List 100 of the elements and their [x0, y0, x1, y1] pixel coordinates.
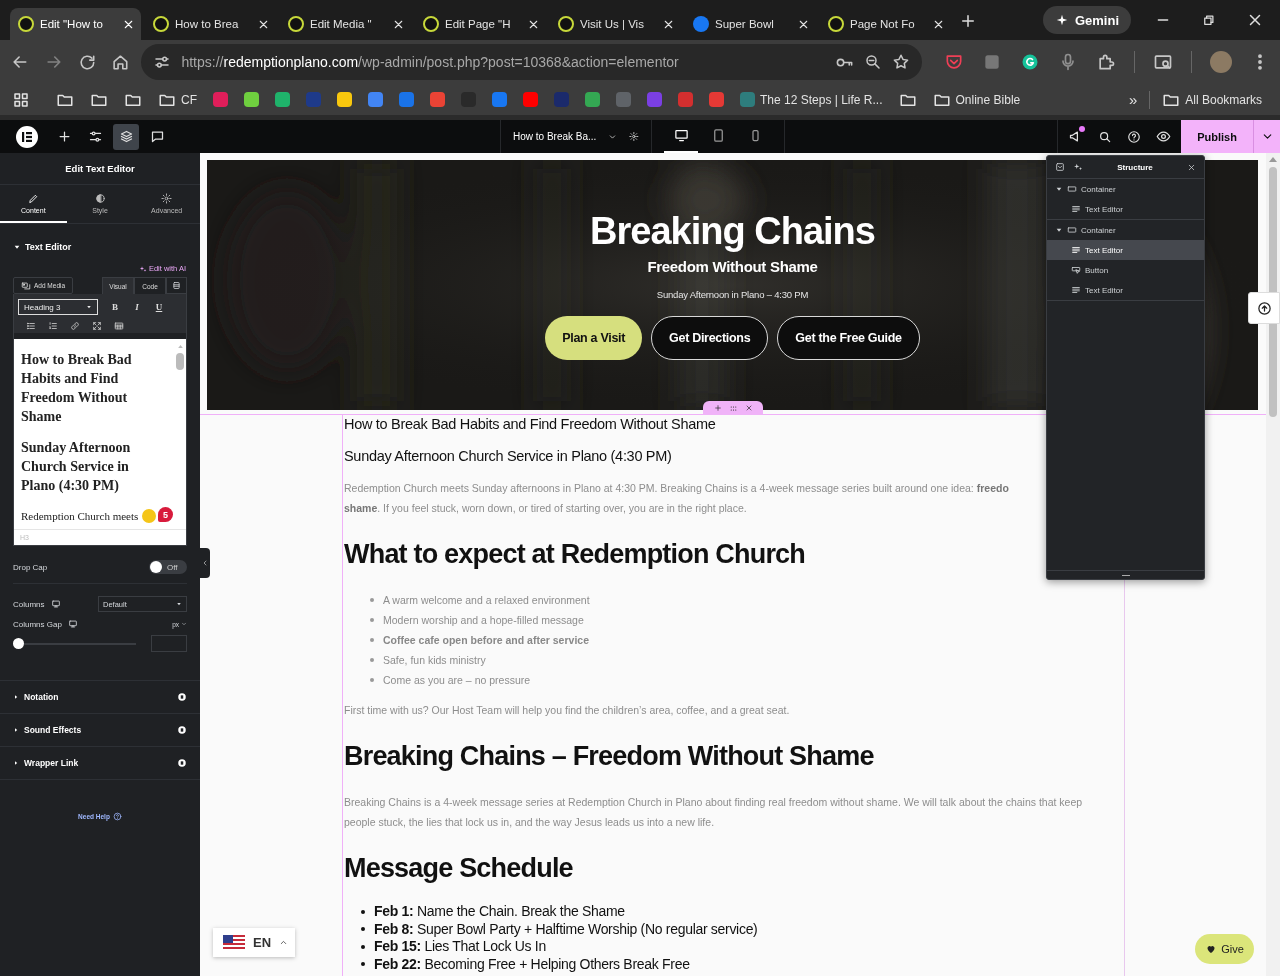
address-bar[interactable]: https://redemptionplano.com/wp-admin/post.php?post=10368&action=elementor: [141, 44, 922, 80]
caret-icon[interactable]: [1055, 226, 1063, 234]
site-info-icon[interactable]: [153, 53, 172, 71]
extensions-icon[interactable]: [1096, 52, 1116, 72]
pocket-icon[interactable]: [944, 52, 964, 72]
format-button[interactable]: I: [126, 302, 148, 312]
section-heading: Message Schedule: [344, 852, 574, 885]
browser-tab[interactable]: Super Bowl: [685, 8, 816, 40]
drop-cap-toggle[interactable]: Off: [149, 560, 187, 574]
panel-title: Structure: [1116, 162, 1154, 172]
home-icon[interactable]: [110, 52, 130, 72]
scroll-thumb[interactable]: [176, 353, 184, 370]
hero-button[interactable]: Plan a Visit: [545, 316, 643, 360]
give-button[interactable]: Give: [1195, 934, 1254, 964]
fullscreen-icon[interactable]: [92, 321, 102, 331]
chevron-down-icon: [181, 621, 187, 627]
elementor-logo[interactable]: [16, 125, 38, 148]
chevron-down-icon: [86, 304, 92, 310]
contrast-icon: [94, 192, 106, 204]
site-icon: [153, 16, 169, 32]
link-icon[interactable]: [70, 321, 80, 331]
more-bookmarks-button[interactable]: »: [1120, 87, 1146, 112]
browser-tab[interactable]: How to Brea: [145, 8, 276, 40]
scroll-top-button[interactable]: [1248, 292, 1280, 324]
publish-button[interactable]: Publish: [1181, 120, 1253, 153]
container-handle[interactable]: [703, 401, 763, 415]
bookmark-icon[interactable]: [275, 92, 290, 107]
search-icon[interactable]: [1098, 129, 1112, 144]
collapse-all-icon[interactable]: [1055, 162, 1065, 172]
bookmark-folder[interactable]: CF: [150, 87, 205, 112]
grammarly-icon[interactable]: [1020, 52, 1040, 72]
tree-item[interactable]: Text Editor: [1047, 199, 1204, 219]
tree-item[interactable]: Text Editor: [1047, 280, 1204, 300]
tree-item[interactable]: Button: [1047, 260, 1204, 280]
zoom-icon[interactable]: [864, 53, 882, 71]
hero-button[interactable]: Get the Free Guide: [777, 316, 920, 360]
sparkles-icon[interactable]: [1073, 162, 1083, 172]
numbered-list-icon[interactable]: [48, 321, 58, 331]
list-item: Modern worship and a hope-filled message: [383, 613, 584, 628]
pro-icon: [177, 758, 187, 768]
preview-eye-icon[interactable]: [1156, 129, 1171, 144]
gap-input[interactable]: [151, 635, 187, 652]
format-select[interactable]: Heading 3: [18, 299, 98, 315]
list-item: Feb 8: Super Bowl Party + Halftime Worship (No regular service): [374, 920, 758, 938]
responsive-desktop-icon[interactable]: [50, 599, 61, 609]
tree-item[interactable]: Text Editor: [1047, 240, 1204, 260]
collapse-panel-button[interactable]: [200, 548, 210, 578]
bookmark-link[interactable]: The 12 Steps | Life R...: [732, 87, 891, 112]
extension-icon[interactable]: [982, 52, 1002, 72]
list-item: A warm welcome and a relaxed environment: [383, 593, 590, 608]
toolbar-table-icon[interactable]: [114, 321, 124, 331]
bookmark-icon[interactable]: [337, 92, 352, 107]
new-tab-icon[interactable]: [959, 12, 977, 30]
chevron-left-icon: [201, 559, 209, 567]
language-switcher[interactable]: EN: [213, 928, 295, 957]
bookmark-star-icon[interactable]: [892, 53, 910, 71]
button-widget-icon: [1071, 265, 1081, 275]
list-item: Coffee cafe open before and after service: [383, 633, 589, 648]
apps-icon[interactable]: [12, 90, 30, 109]
add-icon[interactable]: [713, 404, 722, 412]
grammar-badge[interactable]: 5: [158, 507, 173, 522]
reload-icon[interactable]: [77, 52, 97, 72]
bookmark-folder[interactable]: Online Bible: [924, 87, 1029, 112]
bookmark-icon[interactable]: [244, 92, 259, 107]
tree-item[interactable]: Container: [1047, 220, 1204, 240]
field-label: Columns Gap: [13, 619, 62, 629]
section-heading: How to Break Bad Habits and Find Freedom Without Shame: [344, 415, 717, 433]
toolbar-button[interactable]: [113, 123, 139, 150]
section-header[interactable]: Text Editor: [0, 224, 200, 260]
browser-tab[interactable]: Visit Us | Vis: [550, 8, 681, 40]
gemini-button[interactable]: Gemini: [1042, 6, 1131, 34]
bookmark-icon[interactable]: [523, 92, 538, 107]
bookmark-icon[interactable]: [585, 92, 600, 107]
browser-tab[interactable]: Edit Media ": [280, 8, 411, 40]
tree-item[interactable]: Container: [1047, 179, 1204, 199]
format-button[interactable]: U: [148, 302, 170, 312]
bullet-list-icon[interactable]: [26, 321, 36, 331]
responsive-desktop-icon[interactable]: [67, 619, 78, 629]
site-icon: [288, 16, 304, 32]
browser-tab[interactable]: Page Not Fo: [820, 8, 951, 40]
section-heading: Sunday Afternoon Church Service in Plano (4:30 PM): [344, 447, 673, 465]
document-title-dropdown[interactable]: How to Break Ba...: [513, 131, 597, 142]
text-lines-icon: [1071, 285, 1081, 295]
format-value: Heading 3: [24, 302, 62, 312]
slider-handle[interactable]: [13, 638, 24, 649]
browser-tab[interactable]: Edit "How to: [10, 8, 141, 40]
all-bookmarks-folder[interactable]: All Bookmarks: [1154, 87, 1270, 112]
avatar[interactable]: [1210, 51, 1232, 73]
caret-icon[interactable]: [1055, 185, 1063, 193]
help-icon[interactable]: [1127, 129, 1141, 144]
toolbar-toggle-button[interactable]: [166, 277, 187, 294]
browser-tab[interactable]: Edit Page "H: [415, 8, 546, 40]
format-button[interactable]: B: [104, 302, 126, 312]
hero-button[interactable]: Get Directions: [651, 316, 769, 360]
editor-paragraph: Redemption Church meets: [21, 509, 139, 524]
restore-icon[interactable]: [1201, 12, 1216, 28]
close-icon[interactable]: [1187, 162, 1196, 172]
resize-handle[interactable]: [1047, 570, 1204, 579]
reading-mode-icon[interactable]: [1153, 52, 1173, 72]
settings-icon[interactable]: [629, 130, 639, 143]
